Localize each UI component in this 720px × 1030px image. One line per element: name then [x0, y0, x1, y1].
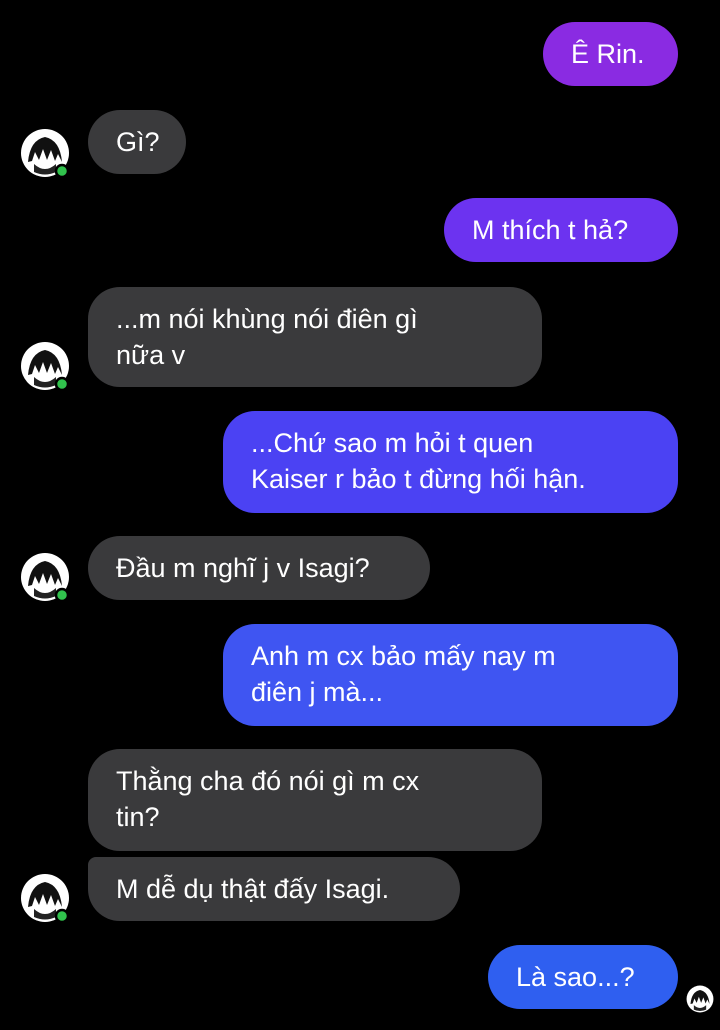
message-bubble-outgoing[interactable]: Ê Rin. — [543, 22, 678, 86]
message-bubble-incoming[interactable]: ...m nói khùng nói điên gì nữa v — [88, 287, 542, 387]
message-bubble-incoming[interactable]: Gì? — [88, 110, 186, 174]
message-bubble-incoming[interactable]: M dễ dụ thật đấy Isagi. — [88, 857, 460, 921]
online-dot-icon — [54, 376, 70, 391]
online-dot-icon — [54, 908, 70, 923]
message-bubble-outgoing[interactable]: ...Chứ sao m hỏi t quen Kaiser r bảo t đ… — [223, 411, 678, 513]
message-bubble-outgoing[interactable]: Là sao...? — [488, 945, 678, 1009]
message-bubble-incoming[interactable]: Đầu m nghĩ j v Isagi? — [88, 536, 430, 600]
contact-avatar-icon[interactable] — [20, 873, 70, 923]
online-dot-icon — [54, 587, 70, 602]
message-bubble-outgoing[interactable]: Anh m cx bảo mấy nay m điên j mà... — [223, 624, 678, 726]
contact-avatar-icon[interactable] — [20, 128, 70, 178]
contact-avatar-icon[interactable] — [20, 341, 70, 391]
online-dot-icon — [54, 163, 70, 178]
contact-avatar-icon[interactable] — [20, 552, 70, 602]
message-bubble-incoming[interactable]: Thằng cha đó nói gì m cx tin? — [88, 749, 542, 851]
message-bubble-outgoing[interactable]: M thích t hả? — [444, 198, 678, 262]
seen-avatar-icon — [686, 985, 714, 1013]
